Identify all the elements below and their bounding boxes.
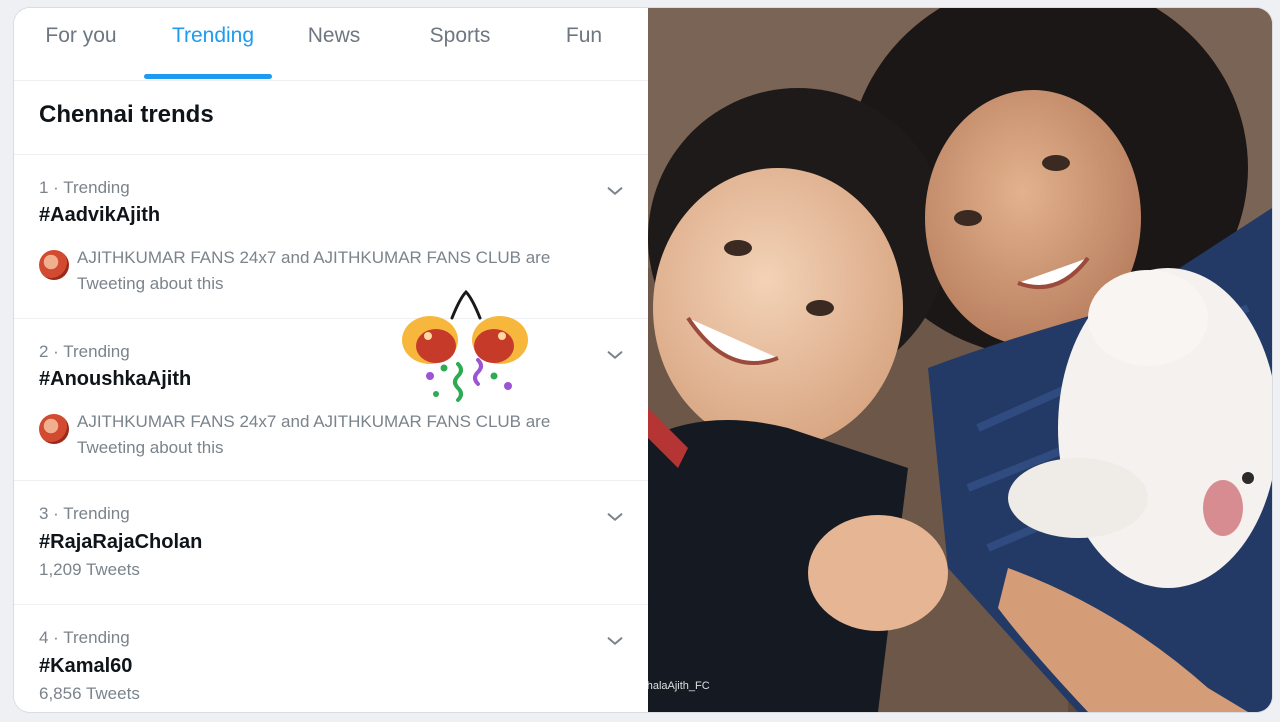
- tweet-count: 1,209 Tweets: [39, 560, 140, 579]
- fan-avatar: [39, 414, 69, 444]
- fan-avatar: [39, 250, 69, 280]
- photo-image: [648, 8, 1272, 712]
- tweeting-about-text: AJITHKUMAR FANS 24x7 and AJITHKUMAR FANS…: [77, 412, 551, 457]
- trend-item-4[interactable]: 4 · Trending #Kamal60 6,856 Tweets: [14, 604, 648, 712]
- trend-meta: 2 · Trending: [39, 342, 130, 361]
- tab-fun[interactable]: Fun: [554, 24, 614, 80]
- trend-meta: 4 · Trending: [39, 628, 130, 647]
- trend-hashtag[interactable]: #RajaRajaCholan: [39, 531, 202, 554]
- screenshot-frame: For you Trending News Sports Fun Chennai…: [14, 8, 1272, 712]
- trend-meta: 1 · Trending: [39, 178, 130, 197]
- trend-meta: 3 · Trending: [39, 504, 130, 523]
- trend-item-2[interactable]: 2 · Trending #AnoushkaAjith AJITHKUMAR F…: [14, 318, 648, 480]
- trend-hashtag[interactable]: #AnoushkaAjith: [39, 368, 191, 391]
- chevron-down-icon[interactable]: [604, 344, 626, 366]
- trend-item-3[interactable]: 3 · Trending #RajaRajaCholan 1,209 Tweet…: [14, 480, 648, 604]
- photo-watermark: ThalaAjith_FC: [640, 680, 710, 692]
- explore-tabs: For you Trending News Sports Fun: [14, 8, 648, 81]
- tab-for-you[interactable]: For you: [36, 24, 126, 80]
- tweet-count: 6,856 Tweets: [39, 684, 140, 703]
- section-title: Chennai trends: [39, 101, 214, 128]
- active-tab-indicator: [144, 74, 272, 79]
- tab-trending[interactable]: Trending: [154, 24, 272, 80]
- chevron-down-icon[interactable]: [604, 630, 626, 652]
- tab-news[interactable]: News: [296, 24, 372, 80]
- tweeting-about-text: AJITHKUMAR FANS 24x7 and AJITHKUMAR FANS…: [77, 248, 551, 293]
- trend-hashtag[interactable]: #AadvikAjith: [39, 204, 160, 227]
- tab-sports[interactable]: Sports: [418, 24, 502, 80]
- party-popper-icon: [402, 290, 528, 402]
- trends-panel: For you Trending News Sports Fun Chennai…: [14, 8, 648, 712]
- trend-item-1[interactable]: 1 · Trending #AadvikAjith AJITHKUMAR FAN…: [14, 154, 648, 318]
- chevron-down-icon[interactable]: [604, 180, 626, 202]
- trend-hashtag[interactable]: #Kamal60: [39, 655, 132, 678]
- chevron-down-icon[interactable]: [604, 506, 626, 528]
- photo-panel: [648, 8, 1272, 712]
